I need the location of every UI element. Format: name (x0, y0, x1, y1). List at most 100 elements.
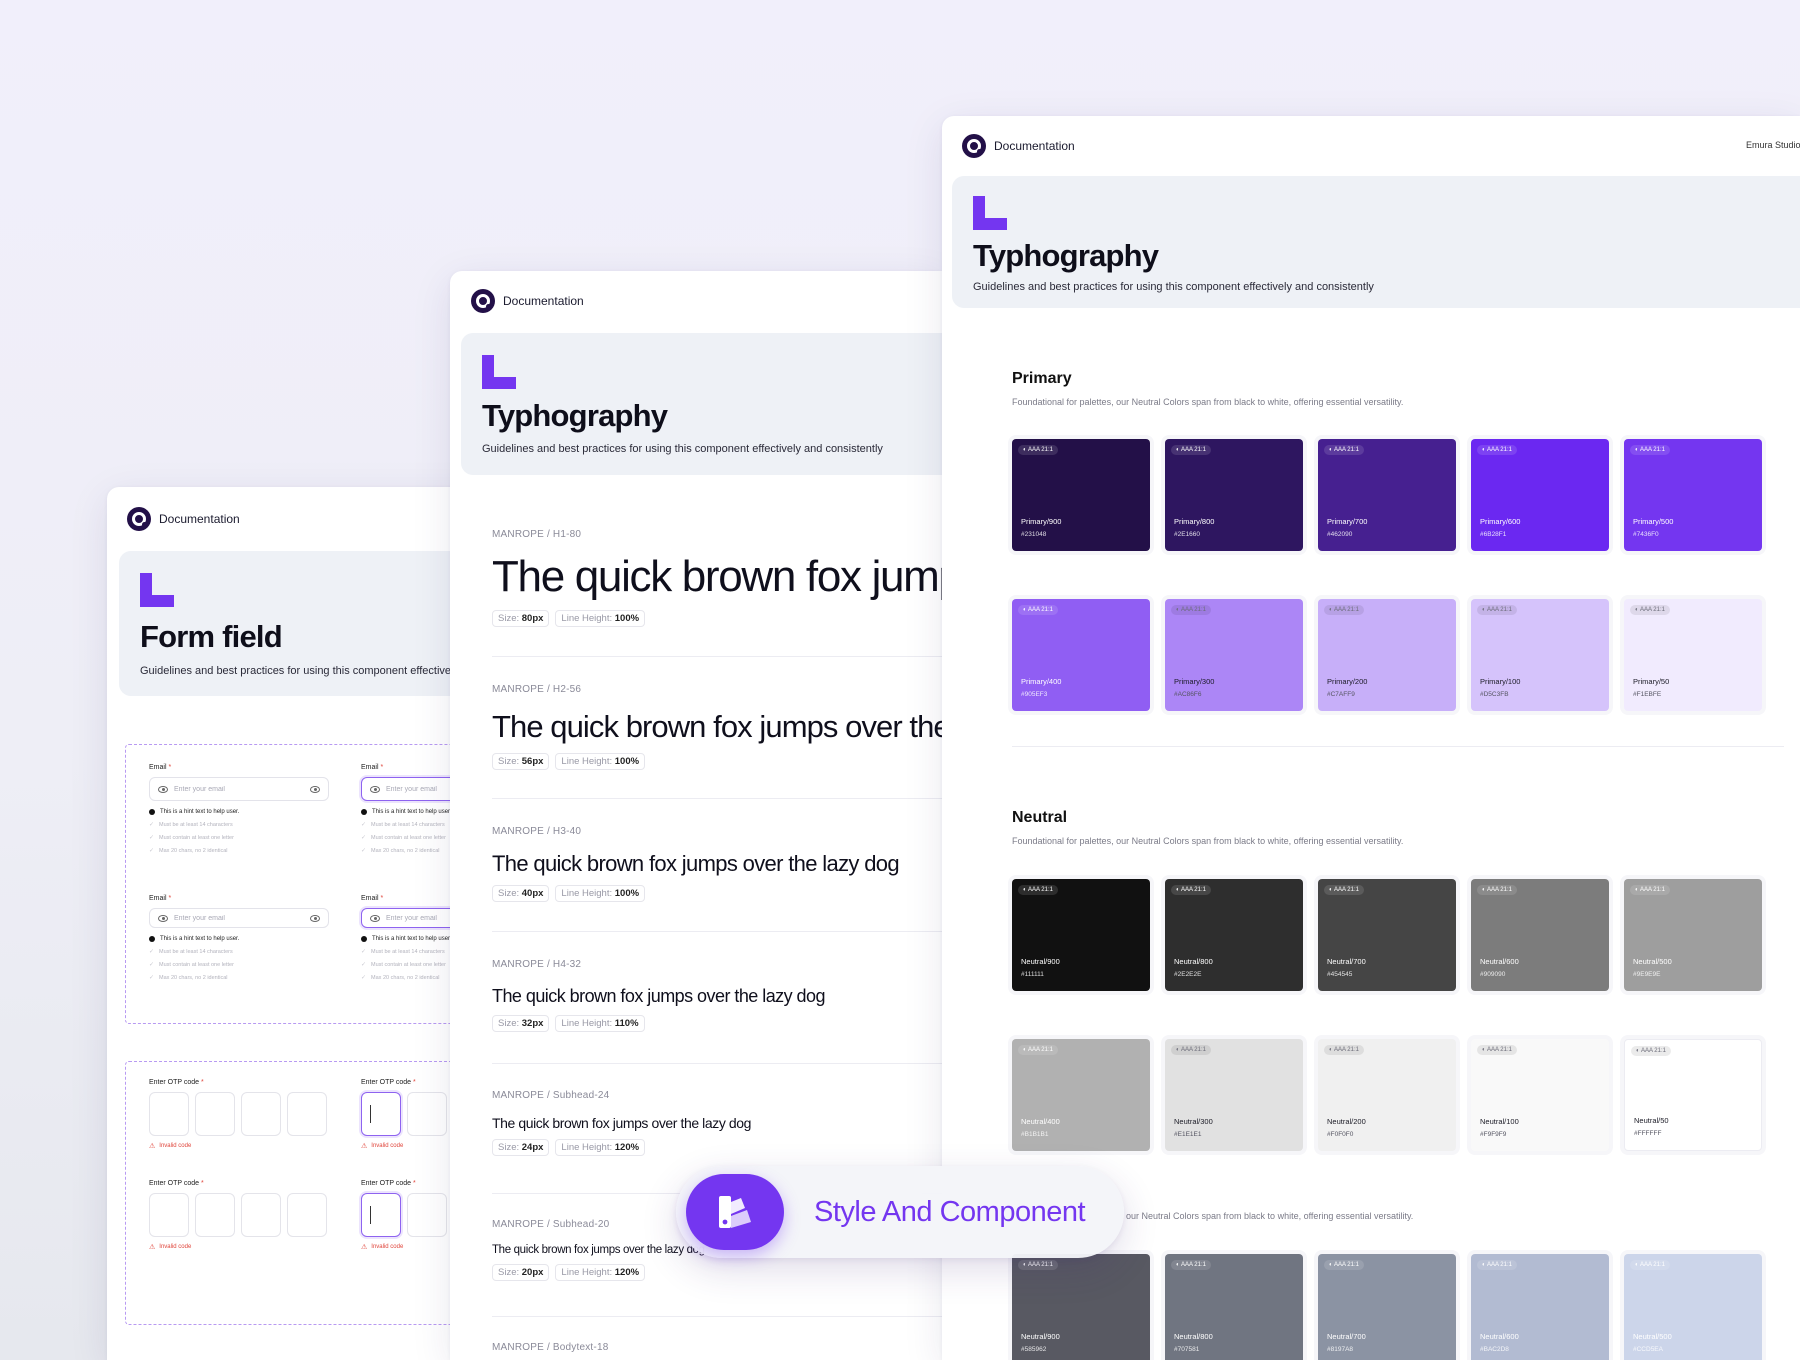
required-mark: * (201, 1079, 204, 1086)
type-style-name: MANROPE / H3-40 (492, 826, 582, 837)
size-label: Size: (498, 613, 520, 624)
color-swatch[interactable]: ◐ AAA 21:1 Neutral/800 #2E2E2E (1165, 879, 1303, 991)
otp-digit-input[interactable] (195, 1193, 235, 1237)
otp-digit-input[interactable] (407, 1092, 447, 1136)
color-swatch[interactable]: ◐ AAA 21:1 Primary/600 #6B28F1 (1471, 439, 1609, 551)
color-swatch[interactable]: ◐ AAA 21:1 Neutral/200 #F0F0F0 (1318, 1039, 1456, 1151)
swatch-name: Neutral/200 (1327, 1117, 1366, 1126)
contrast-badge: ◐ AAA 21:1 (1630, 605, 1670, 615)
color-swatch[interactable]: ◐ AAA 21:1 Neutral/50 #FFFFFF (1624, 1039, 1762, 1151)
email-input[interactable]: Enter your email (149, 908, 329, 928)
line-height-value: 120% (614, 1267, 640, 1278)
color-swatch[interactable]: ◐ AAA 21:1 Neutral/100 #F9F9F9 (1471, 1039, 1609, 1151)
color-swatch[interactable]: ◐ AAA 21:1 Neutral/600 #BAC2D8 (1471, 1254, 1609, 1360)
contrast-badge: ◐ AAA 21:1 (1477, 1045, 1517, 1055)
swatch-hex: #585962 (1021, 1346, 1047, 1353)
color-swatch[interactable]: ◐ AAA 21:1 Primary/50 #F1EBFE (1624, 599, 1762, 711)
color-swatch[interactable]: ◐ AAA 21:1 Primary/800 #2E1660 (1165, 439, 1303, 551)
otp-digit-input[interactable] (361, 1193, 401, 1237)
doc-title: Documentation (994, 139, 1075, 153)
validation-rule: ✓ Must be at least 14 characters (149, 948, 329, 956)
color-swatch[interactable]: ◐ AAA 21:1 Primary/100 #D5C3FB (1471, 599, 1609, 711)
color-swatch[interactable]: ◐ AAA 21:1 Neutral/900 #111111 (1012, 879, 1150, 991)
toggle-visibility-icon[interactable] (310, 914, 320, 922)
swatch-name: Neutral/100 (1480, 1117, 1519, 1126)
required-mark: * (380, 895, 384, 902)
color-swatch[interactable]: ◐ AAA 21:1 Neutral/700 #8197A8 (1318, 1254, 1456, 1360)
type-style-block: MANROPE / H1-80 The quick brown fox jumps… (492, 529, 942, 627)
otp-error-text: Invalid code (371, 1143, 404, 1149)
rule-label: Must contain at least one letter (159, 961, 234, 968)
contrast-badge: ◐ AAA 21:1 (1171, 1045, 1211, 1055)
color-swatch[interactable]: ◐ AAA 21:1 Neutral/400 #B1B1B1 (1012, 1039, 1150, 1151)
type-style-block: MANROPE / H3-40 The quick brown fox jumps… (492, 826, 942, 902)
swatch-hex: #231048 (1021, 531, 1047, 538)
color-swatch[interactable]: ◐ AAA 21:1 Neutral/800 #707581 (1165, 1254, 1303, 1360)
swatch-name: Primary/200 (1327, 677, 1368, 686)
size-chip: Size: 20px (492, 1264, 550, 1281)
swatch-hex: #C7AFF9 (1327, 691, 1355, 698)
hero-banner: Typhography Guidelines and best practice… (461, 333, 942, 475)
otp-digit-input[interactable] (149, 1092, 189, 1136)
swatch-hex: #905EF3 (1021, 691, 1048, 698)
style-and-component-pill[interactable]: Style And Component (676, 1166, 1124, 1258)
color-swatch[interactable]: ◐ AAA 21:1 Primary/200 #C7AFF9 (1318, 599, 1456, 711)
validation-rule: ✓ Must be at least 14 characters (149, 821, 329, 829)
style-divider (492, 656, 942, 657)
color-swatch[interactable]: ◐ AAA 21:1 Primary/300 #AC86F6 (1165, 599, 1303, 711)
pill-label: Style And Component (814, 1195, 1086, 1228)
page-title: Typhography (973, 238, 1159, 273)
rule-label: Max 20 chars, no 2 identical (159, 974, 228, 981)
section-divider (1012, 746, 1784, 747)
size-label: Size: (498, 1142, 520, 1153)
color-swatch[interactable]: ◐ AAA 21:1 Primary/900 #231048 (1012, 439, 1150, 551)
otp-error: ⚠ Invalid code (149, 1142, 339, 1150)
swatch-hex: #462090 (1327, 531, 1353, 538)
size-chip: Size: 40px (492, 885, 550, 902)
check-icon: ✓ (149, 975, 155, 981)
color-swatch[interactable]: ◐ AAA 21:1 Neutral/600 #909090 (1471, 879, 1609, 991)
swatch-hex: #2E2E2E (1174, 971, 1202, 978)
line-height-chip: Line Height: 100% (555, 753, 646, 770)
contrast-badge: ◐ AAA 21:1 (1171, 445, 1211, 455)
swatch-name: Neutral/800 (1174, 957, 1213, 966)
otp-digit-input[interactable] (241, 1193, 281, 1237)
color-swatch[interactable]: ◐ AAA 21:1 Neutral/500 #CCD5EA (1624, 1254, 1762, 1360)
otp-digit-input[interactable] (287, 1092, 327, 1136)
line-height-chip: Line Height: 120% (555, 1139, 646, 1156)
otp-digit-input[interactable] (149, 1193, 189, 1237)
color-swatch[interactable]: ◐ AAA 21:1 Neutral/700 #454545 (1318, 879, 1456, 991)
otp-digit-input[interactable] (195, 1092, 235, 1136)
color-swatch[interactable]: ◐ AAA 21:1 Neutral/300 #E1E1E1 (1165, 1039, 1303, 1151)
eye-icon (158, 785, 168, 793)
toggle-visibility-icon[interactable] (310, 785, 320, 793)
otp-digit-input[interactable] (241, 1092, 281, 1136)
line-height-label: Line Height: (561, 1142, 613, 1153)
contrast-ratio: AAA 21:1 (1486, 447, 1512, 453)
contrast-ratio: AAA 21:1 (1486, 1047, 1512, 1053)
otp-inputs (149, 1193, 339, 1237)
otp-digit-input[interactable] (407, 1193, 447, 1237)
color-swatch[interactable]: ◐ AAA 21:1 Primary/400 #905EF3 (1012, 599, 1150, 711)
color-swatch[interactable]: ◐ AAA 21:1 Neutral/500 #9E9E9E (1624, 879, 1762, 991)
studio-name: Emura Studio (1746, 140, 1800, 150)
color-swatch[interactable]: ◐ AAA 21:1 Primary/500 #7436F0 (1624, 439, 1762, 551)
type-style-block: MANROPE / H4-32 The quick brown fox jumps… (492, 959, 942, 1032)
rule-label: Must be at least 14 characters (371, 821, 445, 828)
type-sample-text: The quick brown fox jumps over the lazy … (492, 986, 826, 1006)
swatch-hex: #707581 (1174, 1346, 1200, 1353)
hint-text: This is a hint text to help user. (149, 936, 329, 942)
line-height-label: Line Height: (561, 756, 613, 767)
otp-digit-input[interactable] (287, 1193, 327, 1237)
size-chip: Size: 32px (492, 1015, 550, 1032)
hint-dot-icon (149, 936, 155, 942)
email-placeholder: Enter your email (174, 785, 225, 793)
color-swatch[interactable]: ◐ AAA 21:1 Primary/700 #462090 (1318, 439, 1456, 551)
swatch-hex: #AC86F6 (1174, 691, 1202, 698)
validation-rule: ✓ Must contain at least one letter (149, 961, 329, 969)
type-style-block: MANROPE / Bodytext-18 (492, 1342, 942, 1353)
otp-digit-input[interactable] (361, 1092, 401, 1136)
email-input[interactable]: Enter your email (149, 777, 329, 801)
color-swatch[interactable]: ◐ AAA 21:1 Neutral/900 #585962 (1012, 1254, 1150, 1360)
line-height-value: 110% (614, 1018, 639, 1029)
